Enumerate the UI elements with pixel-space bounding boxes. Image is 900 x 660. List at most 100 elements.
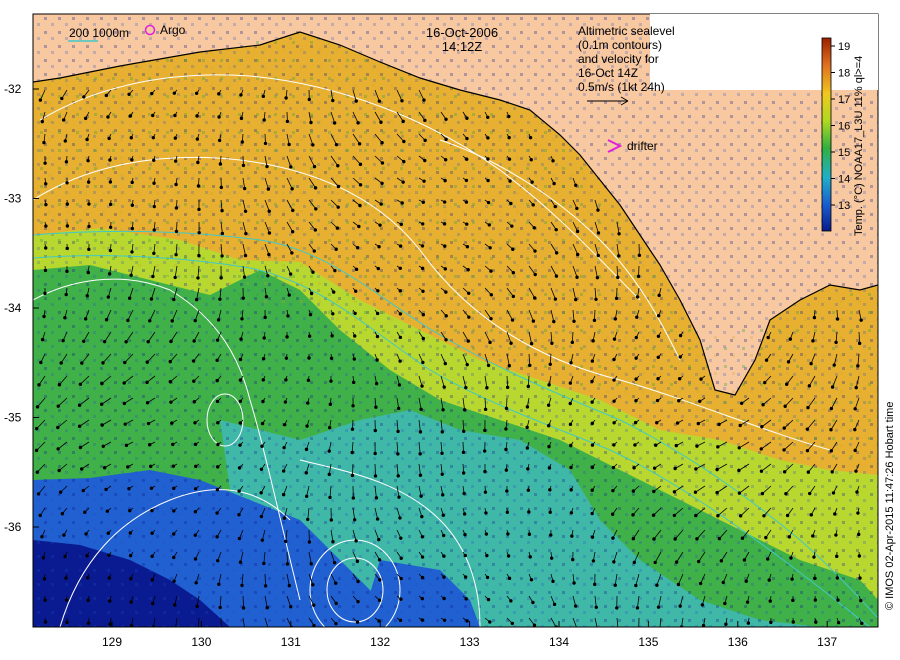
velocity-arrow-head bbox=[636, 274, 641, 279]
velocity-arrow-head bbox=[216, 465, 220, 469]
velocity-arrow-head bbox=[243, 253, 248, 258]
velocity-arrow-head bbox=[612, 443, 616, 447]
velocity-arrow-head bbox=[505, 510, 510, 514]
velocity-arrow-head bbox=[812, 315, 817, 320]
velocity-arrow-head bbox=[462, 491, 466, 496]
velocity-arrow-head bbox=[77, 403, 82, 407]
velocity-arrow-head bbox=[152, 204, 156, 209]
velocity-arrow-head bbox=[549, 533, 553, 537]
velocity-arrow-head bbox=[507, 363, 511, 368]
velocity-arrow-head bbox=[594, 605, 598, 609]
velocity-arrow-head bbox=[354, 289, 358, 293]
velocity-arrow-head bbox=[723, 601, 727, 606]
velocity-arrow-head bbox=[510, 318, 515, 322]
velocity-arrow-head bbox=[332, 561, 337, 565]
velocity-arrow-head bbox=[551, 159, 555, 163]
velocity-arrow-head bbox=[327, 425, 332, 430]
velocity-arrow-head bbox=[263, 584, 268, 588]
velocity-arrow-head bbox=[40, 337, 45, 342]
velocity-arrow-head bbox=[464, 385, 468, 390]
velocity-arrow-head bbox=[62, 533, 66, 537]
velocity-arrow-head bbox=[716, 445, 720, 449]
velocity-arrow-head bbox=[58, 490, 63, 494]
velocity-arrow-head bbox=[260, 538, 265, 542]
velocity-arrow-head bbox=[107, 136, 111, 141]
velocity-arrow-head bbox=[373, 474, 378, 478]
velocity-arrow-head bbox=[398, 516, 402, 520]
velocity-arrow-head bbox=[353, 311, 357, 316]
velocity-arrow-head bbox=[461, 450, 466, 455]
velocity-arrow-head bbox=[85, 554, 89, 558]
velocity-arrow-head bbox=[151, 601, 155, 606]
velocity-arrow-head bbox=[526, 488, 531, 492]
velocity-arrow-head bbox=[809, 361, 813, 366]
velocity-arrow-head bbox=[442, 385, 446, 389]
velocity-arrow-head bbox=[740, 536, 745, 540]
velocity-arrow-head bbox=[43, 268, 48, 273]
velocity-arrow-head bbox=[336, 184, 341, 189]
velocity-arrow-head bbox=[152, 228, 156, 232]
velocity-arrow-head bbox=[127, 92, 131, 97]
velocity-arrow-head bbox=[197, 253, 201, 258]
velocity-arrow-head bbox=[421, 289, 425, 293]
velocity-arrow-head bbox=[174, 206, 179, 210]
velocity-arrow-head bbox=[128, 553, 133, 558]
velocity-arrow-head bbox=[596, 628, 599, 631]
velocity-arrow-head bbox=[242, 186, 247, 191]
velocity-arrow-head bbox=[548, 488, 552, 492]
velocity-arrow-head bbox=[631, 536, 636, 541]
velocity-arrow-head bbox=[612, 399, 616, 403]
velocity-arrow-head bbox=[548, 510, 552, 514]
velocity-arrow-head bbox=[489, 316, 493, 321]
velocity-arrow-head bbox=[332, 290, 336, 294]
velocity-arrow-head bbox=[193, 442, 198, 447]
velocity-arrow-head bbox=[379, 120, 383, 124]
velocity-arrow-head bbox=[528, 363, 532, 368]
velocity-arrow-head bbox=[193, 533, 197, 537]
velocity-arrow-head bbox=[763, 380, 767, 385]
velocity-arrow-head bbox=[128, 508, 132, 513]
velocity-arrow-head bbox=[217, 92, 221, 96]
velocity-arrow-head bbox=[857, 554, 862, 558]
velocity-arrow-head bbox=[350, 450, 354, 455]
velocity-arrow-head bbox=[717, 422, 721, 427]
velocity-arrow-head bbox=[309, 291, 314, 296]
velocity-arrow-head bbox=[285, 335, 289, 339]
velocity-arrow-head bbox=[790, 577, 794, 581]
velocity-arrow-head bbox=[739, 401, 744, 405]
velocity-arrow-head bbox=[549, 556, 554, 560]
velocity-arrow-head bbox=[510, 224, 514, 228]
velocity-arrow-head bbox=[504, 406, 509, 411]
velocity-arrow-head bbox=[594, 297, 598, 302]
velocity-arrow-head bbox=[309, 561, 313, 566]
velocity-arrow-head bbox=[284, 378, 288, 382]
velocity-arrow-head bbox=[106, 295, 111, 299]
velocity-arrow-head bbox=[197, 207, 201, 212]
velocity-arrow-head bbox=[483, 449, 487, 453]
velocity-arrow-head bbox=[65, 269, 69, 274]
velocity-arrow-head bbox=[509, 599, 513, 603]
velocity-arrow-head bbox=[737, 491, 742, 495]
velocity-arrow-head bbox=[400, 201, 404, 205]
velocity-arrow-head bbox=[126, 465, 130, 469]
velocity-arrow-head bbox=[102, 466, 107, 470]
velocity-arrow-head bbox=[104, 318, 109, 322]
velocity-arrow-head bbox=[696, 421, 700, 426]
velocity-arrow-head bbox=[653, 560, 657, 565]
velocity-arrow-head bbox=[56, 425, 60, 430]
velocity-arrow-head bbox=[610, 512, 615, 516]
velocity-arrow-head bbox=[507, 576, 512, 581]
velocity-arrow-head bbox=[575, 229, 580, 234]
velocity-arrow-head bbox=[354, 99, 358, 103]
velocity-arrow-head bbox=[82, 339, 86, 343]
velocity-arrow-head bbox=[553, 204, 557, 209]
velocity-arrow-head bbox=[464, 597, 468, 601]
velocity-arrow-head bbox=[737, 446, 741, 450]
velocity-arrow-head bbox=[304, 471, 308, 475]
velocity-arrow-head bbox=[174, 182, 178, 187]
velocity-arrow-head bbox=[812, 555, 816, 559]
velocity-arrow-head bbox=[833, 512, 837, 516]
velocity-arrow-head bbox=[307, 97, 312, 102]
x-tick-label: 133 bbox=[460, 635, 480, 649]
velocity-arrow-head bbox=[196, 184, 201, 188]
